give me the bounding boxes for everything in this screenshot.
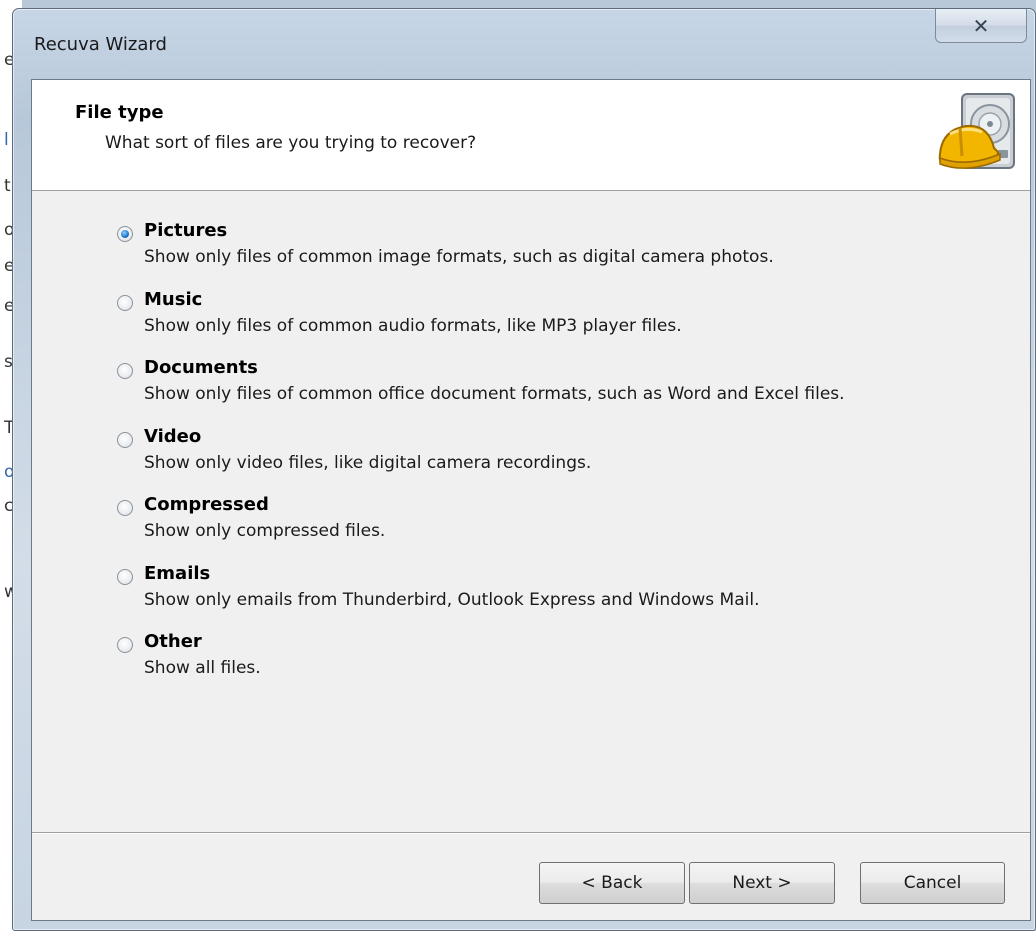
option-label: Documents [144,357,258,378]
background-text: t [4,176,11,196]
close-button[interactable]: ✕ [935,9,1027,43]
wizard-window: Recuva Wizard ✕ File type What sort of f… [12,8,1036,931]
recuva-logo-icon [938,93,1015,169]
radio-pictures[interactable] [117,226,133,242]
wizard-client-area: File type What sort of files are you try… [31,79,1031,921]
page-subtitle: What sort of files are you trying to rec… [105,133,477,153]
title-bar: Recuva Wizard ✕ [13,9,1035,73]
radio-compressed[interactable] [117,500,133,516]
option-description: Show only files of common audio formats,… [144,315,682,336]
option-documents[interactable]: Documents Show only files of common offi… [117,357,1020,426]
option-description: Show all files. [144,658,261,678]
radio-emails[interactable] [117,568,133,585]
radio-video[interactable] [117,431,133,448]
option-label: Other [144,631,202,652]
option-pictures[interactable]: Pictures Show only files of common image… [117,220,1020,289]
next-button[interactable]: Next > [689,862,835,904]
option-other[interactable]: Other Show all files. [117,631,1020,700]
file-type-options: Pictures Show only files of common image… [117,220,1020,700]
option-description: Show only files of common office documen… [144,384,845,404]
option-label: Video [144,425,202,447]
option-emails[interactable]: Emails Show only emails from Thunderbird… [117,563,1020,632]
cancel-button[interactable]: Cancel [860,862,1005,904]
option-label: Compressed [144,494,269,515]
option-label: Emails [144,562,211,584]
option-music[interactable]: Music Show only files of common audio fo… [117,289,1020,358]
close-icon: ✕ [972,14,990,38]
back-button[interactable]: < Back [539,862,685,904]
option-description: Show only compressed files. [144,521,386,541]
option-description: Show only files of common image formats,… [144,247,774,267]
radio-other[interactable] [117,637,133,653]
option-description: Show only emails from Thunderbird, Outlo… [144,589,760,610]
option-description: Show only video files, like digital came… [144,452,592,473]
option-compressed[interactable]: Compressed Show only compressed files. [117,494,1020,563]
option-label: Pictures [144,220,228,241]
page-title: File type [75,102,164,123]
wizard-header: File type What sort of files are you try… [32,80,1030,191]
option-label: Music [144,288,203,310]
window-title: Recuva Wizard [34,34,167,55]
radio-documents[interactable] [117,363,133,379]
option-video[interactable]: Video Show only video files, like digita… [117,426,1020,495]
radio-music[interactable] [117,294,133,311]
background-text: l [4,130,9,150]
footer-separator [32,832,1030,834]
